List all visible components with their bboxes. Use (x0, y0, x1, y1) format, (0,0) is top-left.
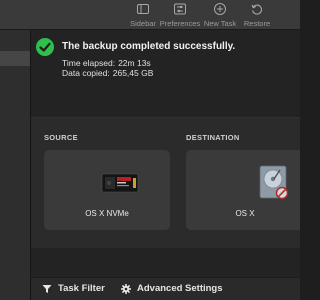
app-window: Sidebar Preferences New Task Restore The… (0, 0, 300, 300)
toolbar: Sidebar Preferences New Task Restore (0, 0, 300, 30)
time-elapsed-label: Time elapsed: (62, 58, 116, 68)
filter-icon (42, 284, 52, 293)
destination-heading: DESTINATION (186, 133, 240, 142)
sidebar-selected-item[interactable] (0, 51, 30, 66)
source-drive-card[interactable]: OS X NVMe (44, 150, 170, 230)
new-task-button[interactable]: New Task (203, 2, 237, 29)
sidebar-label: Sidebar (130, 19, 156, 28)
preferences-icon (174, 3, 186, 15)
task-filter-button[interactable]: Task Filter (42, 283, 105, 294)
hard-drive-icon (259, 165, 289, 200)
data-copied-label: Data copied: (62, 68, 110, 78)
restore-icon (251, 4, 263, 15)
restore-label: Restore (243, 19, 271, 28)
advanced-settings-label: Advanced Settings (137, 283, 223, 294)
source-heading: SOURCE (44, 133, 78, 142)
advanced-settings-button[interactable]: Advanced Settings (121, 283, 223, 294)
sidebar-toggle-button[interactable]: Sidebar (130, 2, 156, 29)
time-elapsed-row: Time elapsed: 22m 13s (62, 58, 151, 68)
gear-icon (121, 283, 131, 294)
source-drive-name: OS X NVMe (85, 209, 129, 218)
time-elapsed-value: 22m 13s (118, 58, 151, 68)
drives-panel: SOURCE DESTINATION OS X NVMe OS X (31, 117, 300, 248)
preferences-button[interactable]: Preferences (160, 2, 200, 29)
main-content: The backup completed successfully. Time … (31, 30, 300, 300)
task-filter-label: Task Filter (58, 283, 105, 294)
data-copied-value: 265,45 GB (112, 68, 154, 78)
destination-drive-card[interactable]: OS X (186, 150, 300, 230)
sidebar (0, 30, 31, 300)
success-check-icon (36, 38, 54, 56)
destination-drive-name: OS X (235, 209, 255, 218)
sidebar-icon (137, 4, 149, 14)
data-copied-row: Data copied: 265,45 GB (62, 68, 153, 78)
status-panel: The backup completed successfully. Time … (31, 30, 300, 92)
status-title: The backup completed successfully. (62, 41, 236, 52)
plus-circle-icon (214, 3, 226, 15)
preferences-label: Preferences (159, 19, 201, 28)
bottom-bar: Task Filter Advanced Settings (31, 277, 300, 300)
new-task-label: New Task (203, 19, 237, 28)
nvme-ssd-icon (101, 173, 139, 193)
restore-button[interactable]: Restore (243, 2, 271, 29)
